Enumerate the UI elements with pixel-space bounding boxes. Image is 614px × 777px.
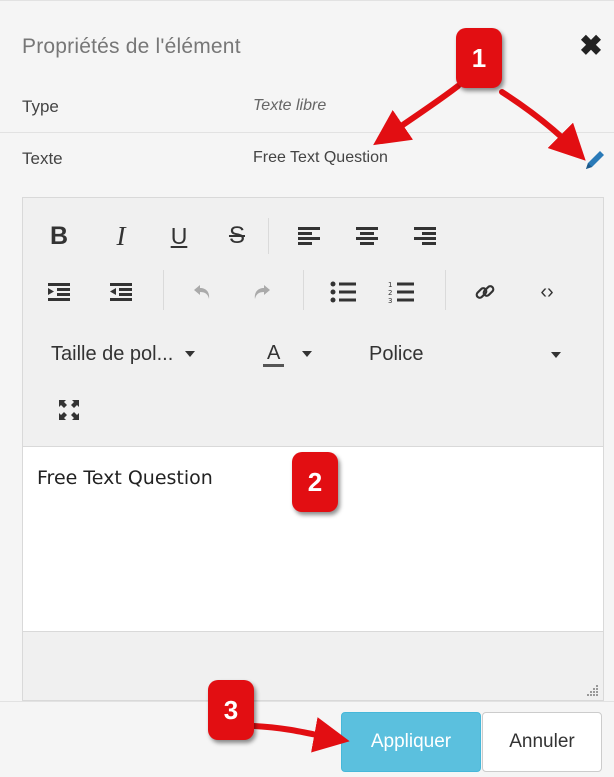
annotation-arrow bbox=[373, 83, 461, 146]
annotation-arrow bbox=[251, 717, 350, 753]
annotation-badge: 1 bbox=[456, 28, 502, 88]
annotation-arrow bbox=[499, 89, 586, 161]
annotation-badge: 2 bbox=[292, 452, 338, 512]
annotation-badge: 3 bbox=[208, 680, 254, 740]
annotation-arrows bbox=[251, 83, 586, 753]
